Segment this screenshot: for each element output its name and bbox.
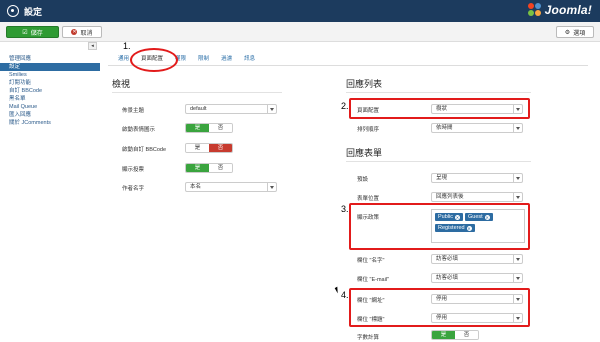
default-select[interactable]: 呈現 xyxy=(431,173,523,183)
sidebar-item[interactable]: 訂閱功能 xyxy=(0,79,100,87)
sidebar-item[interactable]: 黑名單 xyxy=(0,95,100,103)
smilies-no[interactable]: 否 xyxy=(209,124,232,132)
select-separator xyxy=(513,274,514,282)
cancel-label: 取消 xyxy=(80,30,93,37)
voting-toggle[interactable]: 是 否 xyxy=(185,163,233,173)
sidebar-item[interactable]: Smilies xyxy=(0,71,100,79)
author-name-label: 作者名字 xyxy=(122,186,145,192)
form-position-label: 表單位置 xyxy=(357,196,380,202)
sort-order-label: 排列順序 xyxy=(357,127,380,133)
theme-label: 佈景主題 xyxy=(122,108,145,114)
sidebar-item[interactable]: 關於 JComments xyxy=(0,119,100,127)
chevron-down-icon xyxy=(516,196,520,199)
chevron-down-icon xyxy=(516,277,520,280)
theme-value: default xyxy=(190,106,207,112)
chevron-down-icon xyxy=(516,127,520,130)
chevron-down-icon xyxy=(516,258,520,261)
brand-logo: Joomla! xyxy=(527,3,592,17)
voting-yes[interactable]: 是 xyxy=(186,164,209,172)
bbcode-toggle[interactable]: 是 否 xyxy=(185,143,233,153)
joomla-logo-icon xyxy=(527,3,542,17)
smilies-label: 啟動表情圖示 xyxy=(122,127,156,133)
annotation-2: 2. xyxy=(341,101,349,111)
sidebar-toggle-icon[interactable]: ◂ xyxy=(88,42,97,50)
form-divider xyxy=(346,161,531,162)
tab-item[interactable]: 訊息 xyxy=(238,53,261,65)
chevron-down-icon xyxy=(270,108,274,111)
annotation-box-3 xyxy=(349,203,530,250)
word-count-toggle[interactable]: 是 否 xyxy=(431,330,479,340)
voting-no[interactable]: 否 xyxy=(209,164,232,172)
view-divider xyxy=(112,92,282,93)
sidebar-item[interactable]: 設定 xyxy=(0,63,100,71)
chevron-down-icon xyxy=(270,186,274,189)
sidebar-item[interactable]: 自訂 BBCode xyxy=(0,87,100,95)
email-field-label: 欄位 "E-mail" xyxy=(357,277,390,283)
select-separator xyxy=(513,193,514,201)
page-title: 設定 xyxy=(24,7,43,17)
default-label: 預設 xyxy=(357,177,369,183)
name-field-label: 欄位 "名字" xyxy=(357,258,385,264)
default-value: 呈現 xyxy=(436,175,448,181)
sort-order-select[interactable]: 依時間 xyxy=(431,123,523,133)
sidebar-item[interactable]: Mail Queue xyxy=(0,103,100,111)
bbcode-yes[interactable]: 是 xyxy=(186,144,209,152)
word-count-label: 字數計算 xyxy=(357,335,380,341)
email-field-value: 訪客必填 xyxy=(436,275,459,281)
form-position-value: 回應列表後 xyxy=(436,194,464,200)
tab-divider xyxy=(108,65,588,66)
select-separator xyxy=(513,174,514,182)
bbcode-label: 啟動自訂 BBCode xyxy=(122,147,167,153)
sidebar-item[interactable]: 管理回應 xyxy=(0,55,100,63)
tab-item[interactable]: 限制 xyxy=(192,53,215,65)
save-button[interactable]: ☑ 儲存 xyxy=(6,26,59,38)
name-field-select[interactable]: 訪客必填 xyxy=(431,254,523,264)
toolbar: ☑ 儲存 ✕ 取消 ⚙ 選項 xyxy=(0,22,600,42)
annotation-3: 3. xyxy=(341,204,349,214)
form-section-title: 回應表單 xyxy=(346,148,383,158)
header-bar: 設定 Joomla! xyxy=(0,0,600,22)
view-section-title: 檢視 xyxy=(112,79,131,89)
smilies-toggle[interactable]: 是 否 xyxy=(185,123,233,133)
close-icon: ✕ xyxy=(71,29,78,35)
gear-icon: ⚙ xyxy=(564,29,571,36)
select-separator xyxy=(267,183,268,191)
brand-name: Joomla! xyxy=(544,3,592,17)
author-name-value: 本名 xyxy=(190,184,202,190)
theme-select[interactable]: default xyxy=(185,104,277,114)
annotation-box-2 xyxy=(349,98,530,119)
voting-label: 顯示投票 xyxy=(122,167,145,173)
annotation-1: 1. xyxy=(123,41,131,51)
sidebar: ◂ 管理回應 設定 Smilies 訂閱功能 自訂 BBCode 黑名單 Mail Queu… xyxy=(0,42,100,127)
sidebar-item[interactable]: 匯入回應 xyxy=(0,111,100,119)
list-section-title: 回應列表 xyxy=(346,79,383,89)
annotation-4: 4. xyxy=(341,290,349,300)
cancel-button[interactable]: ✕ 取消 xyxy=(62,26,102,38)
email-field-select[interactable]: 訪客必填 xyxy=(431,273,523,283)
bbcode-no[interactable]: 否 xyxy=(209,144,232,152)
mouse-cursor-icon xyxy=(334,286,341,294)
options-button[interactable]: ⚙ 選項 xyxy=(556,26,594,38)
select-separator xyxy=(267,105,268,113)
smilies-yes[interactable]: 是 xyxy=(186,124,209,132)
chevron-down-icon xyxy=(516,177,520,180)
save-label: 儲存 xyxy=(30,30,43,37)
select-separator xyxy=(513,124,514,132)
check-icon: ☑ xyxy=(22,29,28,36)
sort-order-value: 依時間 xyxy=(436,125,453,131)
options-label: 選項 xyxy=(573,30,586,37)
tab-item[interactable]: 過濾 xyxy=(215,53,238,65)
list-divider xyxy=(346,92,531,93)
name-field-value: 訪客必填 xyxy=(436,256,459,262)
select-separator xyxy=(513,255,514,263)
annotation-box-4 xyxy=(349,288,530,327)
author-name-select[interactable]: 本名 xyxy=(185,182,277,192)
settings-icon xyxy=(7,5,19,17)
word-count-yes[interactable]: 是 xyxy=(432,331,455,339)
form-position-select[interactable]: 回應列表後 xyxy=(431,192,523,202)
word-count-no[interactable]: 否 xyxy=(455,331,478,339)
annotation-circle xyxy=(130,48,178,72)
